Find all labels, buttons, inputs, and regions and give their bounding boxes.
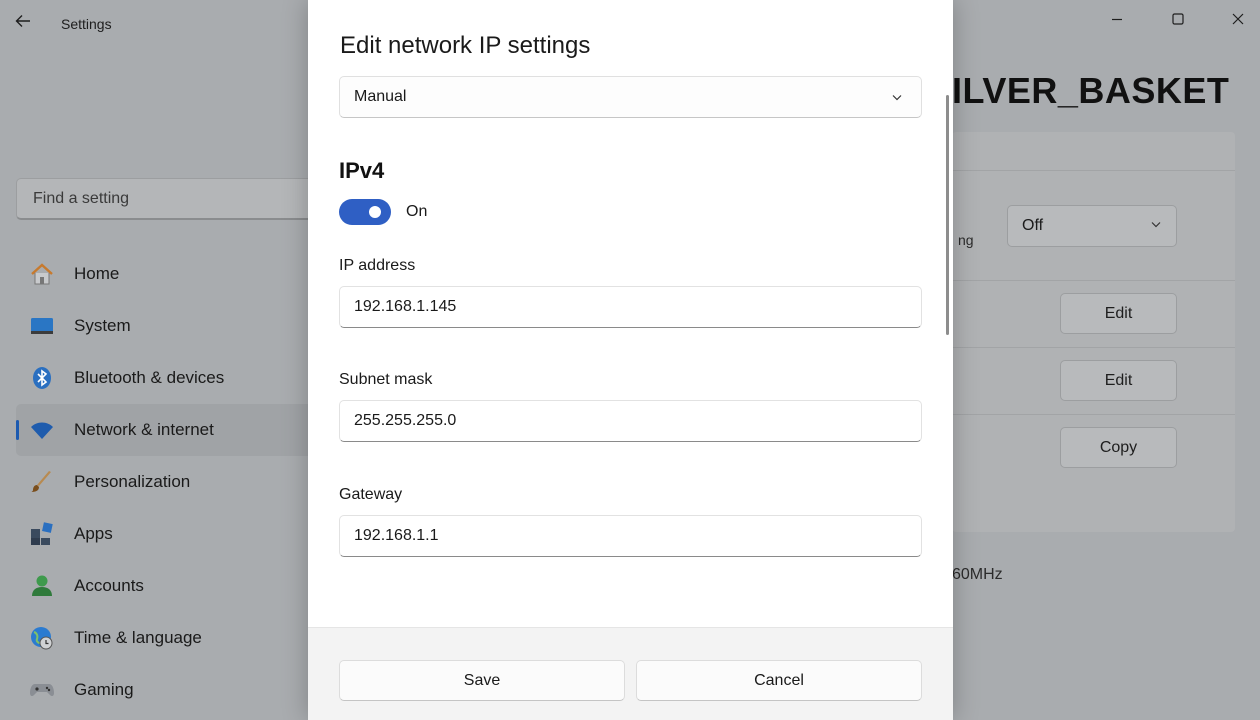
close-icon[interactable] xyxy=(1218,4,1258,34)
app-title: Settings xyxy=(61,16,112,32)
sidebar-nav: Home System Bluetooth & devices Network … xyxy=(16,248,316,716)
chevron-down-icon xyxy=(891,90,903,108)
ipv4-toggle[interactable] xyxy=(339,199,391,225)
ip-address-field[interactable]: 192.168.1.145 xyxy=(339,286,922,328)
gamepad-icon xyxy=(30,678,54,702)
copy-button[interactable]: Copy xyxy=(1060,427,1177,468)
wifi-icon xyxy=(30,418,54,442)
system-icon xyxy=(30,314,54,338)
sidebar-item-network[interactable]: Network & internet xyxy=(16,404,316,456)
maximize-icon[interactable] xyxy=(1158,4,1198,34)
ip-address-label: IP address xyxy=(339,257,416,274)
gateway-label: Gateway xyxy=(339,486,403,503)
sidebar-item-label: Bluetooth & devices xyxy=(74,368,225,387)
sidebar-item-system[interactable]: System xyxy=(16,300,316,352)
brush-icon xyxy=(30,470,54,494)
sidebar-item-label: Home xyxy=(74,264,120,283)
sidebar-item-label: Gaming xyxy=(74,680,134,699)
select-value: Off xyxy=(1022,217,1044,234)
toggle-knob xyxy=(369,206,381,218)
globe-clock-icon xyxy=(30,626,54,650)
sidebar-item-label: Accounts xyxy=(74,576,144,595)
subnet-mask-field[interactable]: 255.255.255.0 xyxy=(339,400,922,442)
toggle-state-label: On xyxy=(406,203,428,220)
edit-button[interactable]: Edit xyxy=(1060,293,1177,334)
scrollbar[interactable] xyxy=(946,95,949,335)
back-arrow-icon[interactable] xyxy=(14,12,34,36)
row-divider xyxy=(952,414,1235,415)
sidebar-item-label: System xyxy=(74,316,131,335)
sidebar-item-gaming[interactable]: Gaming xyxy=(16,664,316,716)
row-divider xyxy=(952,170,1235,171)
sidebar-item-label: Personalization xyxy=(74,472,191,491)
cancel-button[interactable]: Cancel xyxy=(636,660,922,701)
row-divider xyxy=(952,347,1235,348)
save-button[interactable]: Save xyxy=(339,660,625,701)
apps-icon xyxy=(30,522,54,546)
dialog-title: Edit network IP settings xyxy=(340,32,591,59)
search-input[interactable]: Find a setting xyxy=(16,178,326,220)
sidebar-item-label: Time & language xyxy=(74,628,202,647)
person-icon xyxy=(30,574,54,598)
edit-button[interactable]: Edit xyxy=(1060,360,1177,401)
sidebar-item-personalization[interactable]: Personalization xyxy=(16,456,316,508)
chevron-down-icon xyxy=(1150,217,1162,235)
row-label-fragment: ng xyxy=(958,232,974,248)
minimize-icon[interactable] xyxy=(1097,4,1137,34)
sidebar-item-label: Apps xyxy=(74,524,113,543)
section-title: IPv4 xyxy=(339,158,385,183)
gateway-field[interactable]: 192.168.1.1 xyxy=(339,515,922,557)
home-icon xyxy=(30,262,54,286)
page-heading: ILVER_BASKET xyxy=(952,70,1230,111)
subnet-mask-label: Subnet mask xyxy=(339,371,433,388)
select-value: Manual xyxy=(354,88,407,105)
sidebar-item-bluetooth[interactable]: Bluetooth & devices xyxy=(16,352,316,404)
sidebar-item-label: Network & internet xyxy=(74,420,214,439)
bluetooth-icon xyxy=(30,366,54,390)
dialog-footer: Save Cancel xyxy=(308,627,953,720)
row-divider xyxy=(952,280,1235,281)
ip-mode-select[interactable]: Manual xyxy=(339,76,922,118)
active-indicator xyxy=(16,420,19,440)
sidebar-item-apps[interactable]: Apps xyxy=(16,508,316,560)
metered-select[interactable]: Off xyxy=(1007,205,1177,247)
sidebar-item-time-language[interactable]: Time & language xyxy=(16,612,316,664)
sidebar-item-accounts[interactable]: Accounts xyxy=(16,560,316,612)
sidebar-item-home[interactable]: Home xyxy=(16,248,316,300)
edit-ip-dialog: Edit network IP settings Manual IPv4 On … xyxy=(308,0,953,720)
frequency-text: 60MHz xyxy=(952,566,1003,583)
